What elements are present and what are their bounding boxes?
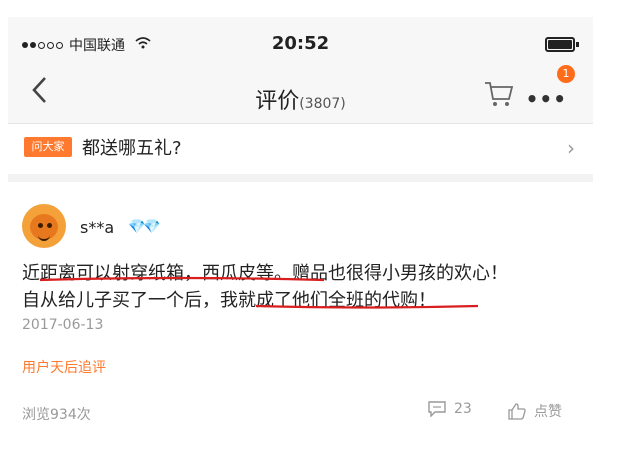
review-date: 2017-06-13 bbox=[22, 317, 104, 333]
question-text: 都送哪五礼? bbox=[82, 138, 182, 159]
more-button[interactable]: ••• bbox=[526, 87, 567, 111]
comment-count: 23 bbox=[454, 401, 472, 417]
like-label: 点赞 bbox=[534, 404, 562, 420]
comment-icon bbox=[428, 401, 446, 417]
follow-up-label[interactable]: 用户天后追评 bbox=[22, 357, 106, 377]
ask-everyone-row[interactable]: 问大家 都送哪五礼? › bbox=[8, 124, 593, 182]
cart-icon bbox=[485, 82, 514, 106]
comment-button[interactable]: 23 bbox=[428, 401, 472, 417]
app-screen: 中国联通 20:52 评价(3807) ••• 1 问大家 都送哪五礼? › s… bbox=[8, 17, 593, 432]
reviewer-name: s**a bbox=[80, 218, 115, 237]
status-bar: 中国联通 20:52 bbox=[8, 17, 593, 65]
ask-everyone-tag: 问大家 bbox=[24, 137, 72, 157]
cart-button[interactable] bbox=[483, 79, 515, 109]
chevron-right-icon: › bbox=[567, 136, 575, 160]
underline-mark bbox=[39, 276, 325, 282]
review-card: s**a 💎💎 近距离可以射穿纸箱，西瓜皮等。赠品也很得小男孩的欢心！ 自从给儿… bbox=[8, 182, 593, 432]
like-button[interactable]: 点赞 bbox=[508, 401, 562, 421]
review-count: (3807) bbox=[299, 96, 346, 112]
underline-mark bbox=[255, 304, 479, 309]
diamond-rank-icon: 💎💎 bbox=[128, 219, 161, 235]
nav-bar: 评价(3807) ••• 1 bbox=[8, 65, 593, 124]
avatar[interactable] bbox=[22, 204, 66, 248]
view-count: 浏览934次 bbox=[22, 407, 91, 423]
battery-icon bbox=[545, 37, 579, 52]
thumbs-up-icon bbox=[508, 402, 526, 420]
notification-badge: 1 bbox=[557, 65, 575, 83]
page-title-label: 评价 bbox=[255, 89, 300, 114]
status-time: 20:52 bbox=[271, 33, 330, 54]
